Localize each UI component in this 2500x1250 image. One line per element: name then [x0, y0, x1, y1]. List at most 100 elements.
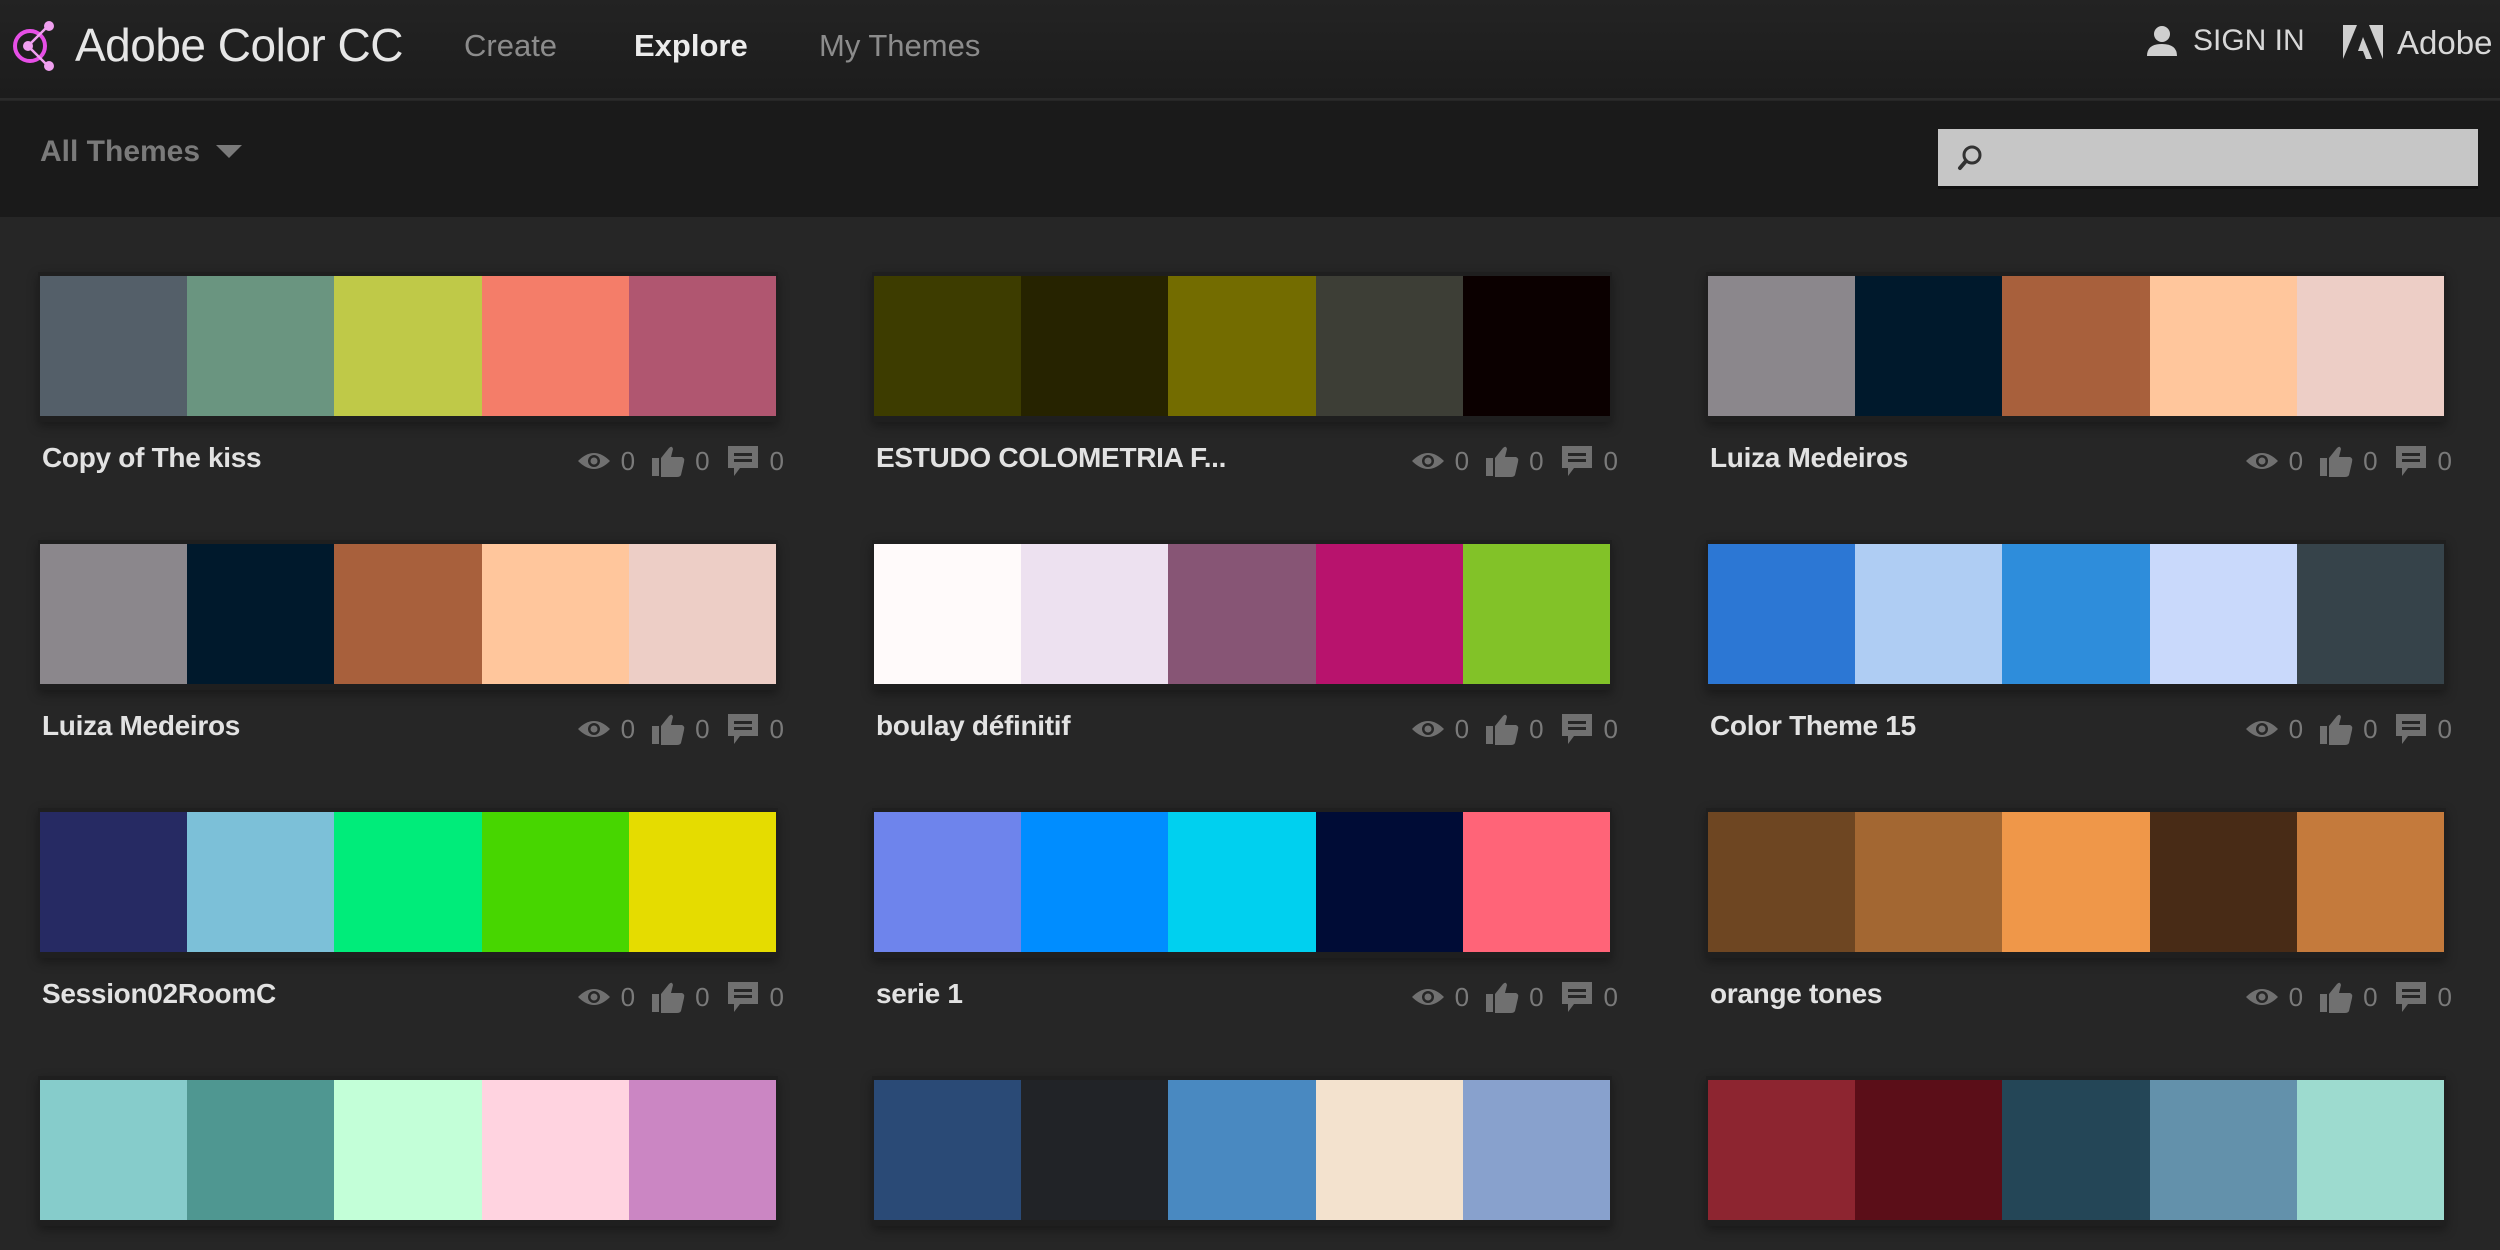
color-swatch[interactable] [1708, 544, 1856, 684]
likes-stat[interactable]: 0 [2319, 712, 2378, 746]
theme-title[interactable]: Luiza Medeiros [1710, 442, 1908, 474]
color-swatch[interactable] [874, 812, 1022, 952]
color-swatch[interactable] [1021, 544, 1169, 684]
color-palette[interactable] [38, 272, 778, 422]
color-swatch[interactable] [1315, 812, 1463, 952]
color-swatch[interactable] [628, 1080, 777, 1220]
likes-stat[interactable]: 0 [651, 980, 710, 1014]
theme-title[interactable]: Luiza Medeiros [42, 710, 240, 742]
color-swatch[interactable] [628, 544, 777, 684]
comments-stat[interactable]: 0 [1560, 980, 1618, 1014]
color-swatch[interactable] [2002, 1080, 2150, 1220]
color-swatch[interactable] [334, 276, 482, 416]
likes-stat[interactable]: 0 [1485, 712, 1544, 746]
likes-stat[interactable]: 0 [1485, 444, 1544, 478]
color-swatch[interactable] [1315, 276, 1463, 416]
color-swatch[interactable] [334, 544, 482, 684]
color-swatch[interactable] [187, 544, 335, 684]
color-swatch[interactable] [2296, 276, 2445, 416]
theme-filter-dropdown[interactable]: All Themes [40, 135, 243, 169]
theme-title[interactable]: Color Theme 15 [1710, 710, 1916, 742]
likes-stat[interactable]: 0 [2319, 444, 2378, 478]
color-swatch[interactable] [2149, 544, 2297, 684]
likes-stat[interactable]: 0 [2319, 980, 2378, 1014]
color-swatch[interactable] [1168, 1080, 1316, 1220]
color-swatch[interactable] [187, 812, 335, 952]
color-swatch[interactable] [40, 1080, 188, 1220]
theme-title[interactable]: ESTUDO COLOMETRIA F... [876, 442, 1226, 474]
color-swatch[interactable] [1021, 812, 1169, 952]
comments-stat[interactable]: 0 [726, 712, 784, 746]
color-swatch[interactable] [1315, 544, 1463, 684]
likes-stat[interactable]: 0 [1485, 980, 1544, 1014]
theme-title[interactable]: Session02RoomC [42, 978, 276, 1010]
comments-stat[interactable]: 0 [2394, 444, 2452, 478]
color-swatch[interactable] [2296, 544, 2445, 684]
likes-stat[interactable]: 0 [651, 444, 710, 478]
likes-stat[interactable]: 0 [651, 712, 710, 746]
color-swatch[interactable] [40, 276, 188, 416]
color-swatch[interactable] [334, 812, 482, 952]
comments-stat[interactable]: 0 [1560, 712, 1618, 746]
color-palette[interactable] [38, 540, 778, 690]
nav-create[interactable]: Create [464, 28, 557, 64]
color-swatch[interactable] [1708, 812, 1856, 952]
color-swatch[interactable] [2002, 544, 2150, 684]
color-swatch[interactable] [874, 544, 1022, 684]
adobe-color-logo-icon[interactable] [10, 18, 60, 74]
theme-title[interactable]: Copy of The kiss [42, 442, 262, 474]
color-swatch[interactable] [2149, 276, 2297, 416]
color-swatch[interactable] [187, 1080, 335, 1220]
color-swatch[interactable] [481, 276, 629, 416]
color-swatch[interactable] [1168, 276, 1316, 416]
color-swatch[interactable] [40, 812, 188, 952]
nav-my-themes[interactable]: My Themes [819, 28, 980, 64]
sign-in-button[interactable]: SIGN IN [2145, 24, 2305, 58]
nav-explore[interactable]: Explore [634, 28, 748, 64]
color-swatch[interactable] [1315, 1080, 1463, 1220]
color-swatch[interactable] [1855, 276, 2003, 416]
color-swatch[interactable] [874, 1080, 1022, 1220]
color-palette[interactable] [1706, 272, 2446, 422]
color-swatch[interactable] [1462, 544, 1611, 684]
color-swatch[interactable] [1168, 812, 1316, 952]
color-swatch[interactable] [1021, 1080, 1169, 1220]
color-swatch[interactable] [2296, 1080, 2445, 1220]
color-palette[interactable] [1706, 540, 2446, 690]
color-swatch[interactable] [2149, 1080, 2297, 1220]
color-swatch[interactable] [1462, 812, 1611, 952]
color-swatch[interactable] [2002, 276, 2150, 416]
color-swatch[interactable] [874, 276, 1022, 416]
color-swatch[interactable] [1462, 276, 1611, 416]
color-palette[interactable] [872, 540, 1612, 690]
color-palette[interactable] [1706, 1076, 2446, 1226]
theme-title[interactable]: orange tones [1710, 978, 1883, 1010]
color-swatch[interactable] [1708, 1080, 1856, 1220]
color-swatch[interactable] [628, 812, 777, 952]
color-swatch[interactable] [1462, 1080, 1611, 1220]
comments-stat[interactable]: 0 [1560, 444, 1618, 478]
color-swatch[interactable] [334, 1080, 482, 1220]
search-input[interactable] [1990, 129, 2478, 186]
color-swatch[interactable] [481, 1080, 629, 1220]
color-palette[interactable] [38, 1076, 778, 1226]
color-swatch[interactable] [40, 544, 188, 684]
color-palette[interactable] [872, 272, 1612, 422]
color-swatch[interactable] [1168, 544, 1316, 684]
theme-title[interactable]: boulay définitif [876, 710, 1071, 742]
color-swatch[interactable] [481, 812, 629, 952]
comments-stat[interactable]: 0 [2394, 712, 2452, 746]
color-swatch[interactable] [2002, 812, 2150, 952]
adobe-link[interactable]: Adobe [2343, 24, 2492, 62]
comments-stat[interactable]: 0 [726, 980, 784, 1014]
color-palette[interactable] [872, 808, 1612, 958]
color-palette[interactable] [1706, 808, 2446, 958]
color-swatch[interactable] [1021, 276, 1169, 416]
theme-title[interactable]: serie 1 [876, 978, 963, 1010]
search-box[interactable] [1938, 129, 2478, 189]
comments-stat[interactable]: 0 [726, 444, 784, 478]
color-swatch[interactable] [2296, 812, 2445, 952]
color-swatch[interactable] [481, 544, 629, 684]
color-swatch[interactable] [1855, 1080, 2003, 1220]
comments-stat[interactable]: 0 [2394, 980, 2452, 1014]
